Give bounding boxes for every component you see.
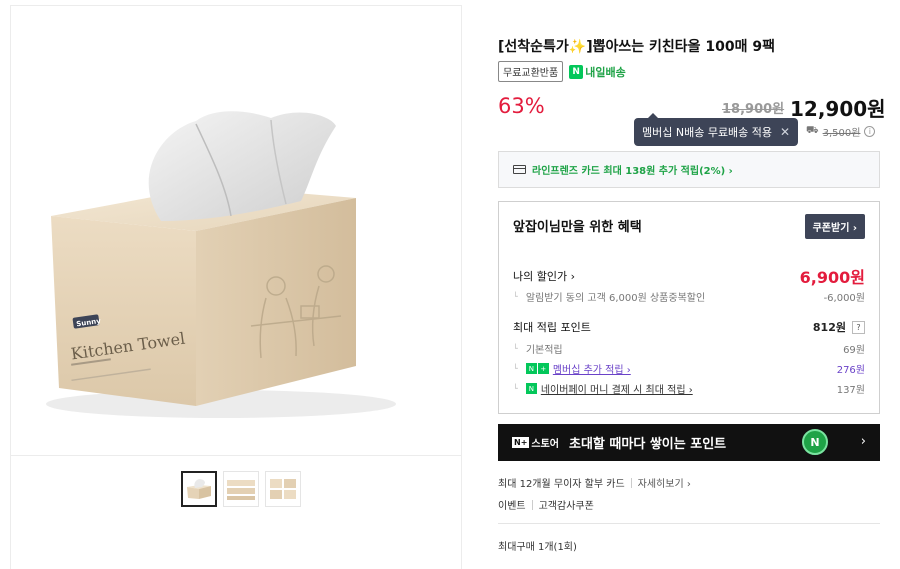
next-day-label: 내일배송 <box>585 65 626 79</box>
get-coupon-button[interactable]: 쿠폰받기 › <box>804 214 865 239</box>
naver-pay-icon: N <box>525 383 537 394</box>
banner-text: 초대할 때마다 쌓이는 포인트 <box>569 437 727 452</box>
thumbnail-image <box>270 479 296 499</box>
npay-points-row: N 네이버페이 머니 결제 시 최대 적립 › 137원 <box>513 381 865 396</box>
info-icon[interactable]: i <box>864 126 876 137</box>
max-points-label: 최대 적립 포인트 <box>513 321 591 334</box>
naver-plus-icon: N+ <box>525 363 549 374</box>
point-coin-icon: N <box>802 429 828 455</box>
thumbnail-1[interactable] <box>181 471 217 507</box>
max-points-row: 최대 적립 포인트 812원 ? <box>513 319 865 335</box>
shipping-fee: ⛟ 3,500원 i <box>806 124 876 139</box>
basic-points-value: 69원 <box>843 345 865 356</box>
product-gallery: Sunny Kitchen Towel <box>10 5 462 569</box>
my-discount-label[interactable]: 나의 할인가 › <box>513 268 575 284</box>
alert-discount-row: 알림받기 동의 고객 6,000원 상품중복할인 -6,000원 <box>513 289 865 304</box>
help-icon[interactable]: ? <box>852 320 865 334</box>
naver-n-icon: N <box>569 64 584 79</box>
truck-icon: ⛟ <box>806 125 819 136</box>
credit-card-icon <box>513 165 526 174</box>
membership-points-value: 276원 <box>836 365 865 376</box>
alert-discount-label: 알림받기 동의 고객 6,000원 상품중복할인 <box>513 289 705 304</box>
original-price: 18,900원 <box>722 102 785 117</box>
product-main-image[interactable]: Sunny Kitchen Towel <box>11 6 461 456</box>
free-exchange-tag: 무료교환반품 <box>498 61 564 82</box>
close-icon[interactable]: ✕ <box>780 125 790 139</box>
max-points-value: 812원 <box>812 321 846 334</box>
installment-info: 최대 12개월 무이자 할부 카드 자세히보기 › <box>498 475 691 490</box>
divider <box>531 499 533 510</box>
card-promo-banner[interactable]: 라인프렌즈 카드 최대 138원 추가 적립(2%) › <box>498 151 880 188</box>
benefit-box: 앞잡이님만을 위한 혜택 쿠폰받기 › 나의 할인가 › 6,900원 알림받기… <box>498 201 880 414</box>
thumbnail-3[interactable] <box>265 471 301 507</box>
event-links: 이벤트 고객감사쿠폰 <box>498 497 594 512</box>
my-discount-value: 6,900원 <box>799 268 865 287</box>
shipping-fee-value: 3,500원 <box>822 128 861 139</box>
product-tags: 무료교환반품 N 내일배송 <box>498 61 626 82</box>
npay-points-link[interactable]: 네이버페이 머니 결제 시 최대 적립 › <box>541 381 693 396</box>
benefit-title: 앞잡이님만을 위한 혜택 <box>513 220 642 235</box>
store-label: 스토어 <box>531 439 560 450</box>
nplus-store-logo: N+ 스토어 <box>512 435 559 450</box>
my-discount-row: 나의 할인가 › 6,900원 <box>513 264 865 288</box>
nplus-badge: N+ <box>512 437 530 448</box>
alert-discount-value: -6,000원 <box>823 293 865 304</box>
invite-points-banner[interactable]: N+ 스토어 초대할 때마다 쌓이는 포인트 N › <box>498 424 880 461</box>
thumbnail-image <box>227 480 255 500</box>
divider <box>630 477 632 488</box>
basic-points-row: 기본적립 69원 <box>513 341 865 356</box>
installment-more-link[interactable]: 자세히보기 › <box>638 475 691 490</box>
product-title: [선착순특가✨]뽑아쓰는 키친타올 100매 9팩 <box>498 39 776 55</box>
max-purchase: 최대구매 1개(1회) <box>498 542 577 553</box>
card-promo-text: 라인프렌즈 카드 최대 138원 추가 적립(2%) › <box>532 166 733 177</box>
section-divider <box>498 523 880 524</box>
shipping-tooltip: 멤버십 N배송 무료배송 적용 ✕ <box>634 113 799 146</box>
thumbnail-image <box>187 479 211 499</box>
basic-points-label: 기본적립 <box>513 341 563 356</box>
thumbnail-2[interactable] <box>223 471 259 507</box>
membership-points-link[interactable]: 멤버십 추가 적립 › <box>553 361 631 376</box>
membership-points-row: N+ 멤버십 추가 적립 › 276원 <box>513 361 865 376</box>
discount-rate: 63% <box>498 94 545 118</box>
tissue-box-illustration: Sunny Kitchen Towel <box>46 111 396 418</box>
thumbnail-list <box>181 471 301 507</box>
customer-coupon-link[interactable]: 고객감사쿠폰 <box>539 497 594 512</box>
installment-text: 최대 12개월 무이자 할부 카드 <box>498 479 625 490</box>
chevron-right-icon: › <box>860 434 866 449</box>
next-day-delivery-tag: N 내일배송 <box>569 64 626 80</box>
tooltip-text: 멤버십 N배송 무료배송 적용 <box>642 126 773 139</box>
sale-price: 12,900원 <box>790 97 886 121</box>
npay-points-value: 137원 <box>836 385 865 396</box>
event-link[interactable]: 이벤트 <box>498 497 526 512</box>
